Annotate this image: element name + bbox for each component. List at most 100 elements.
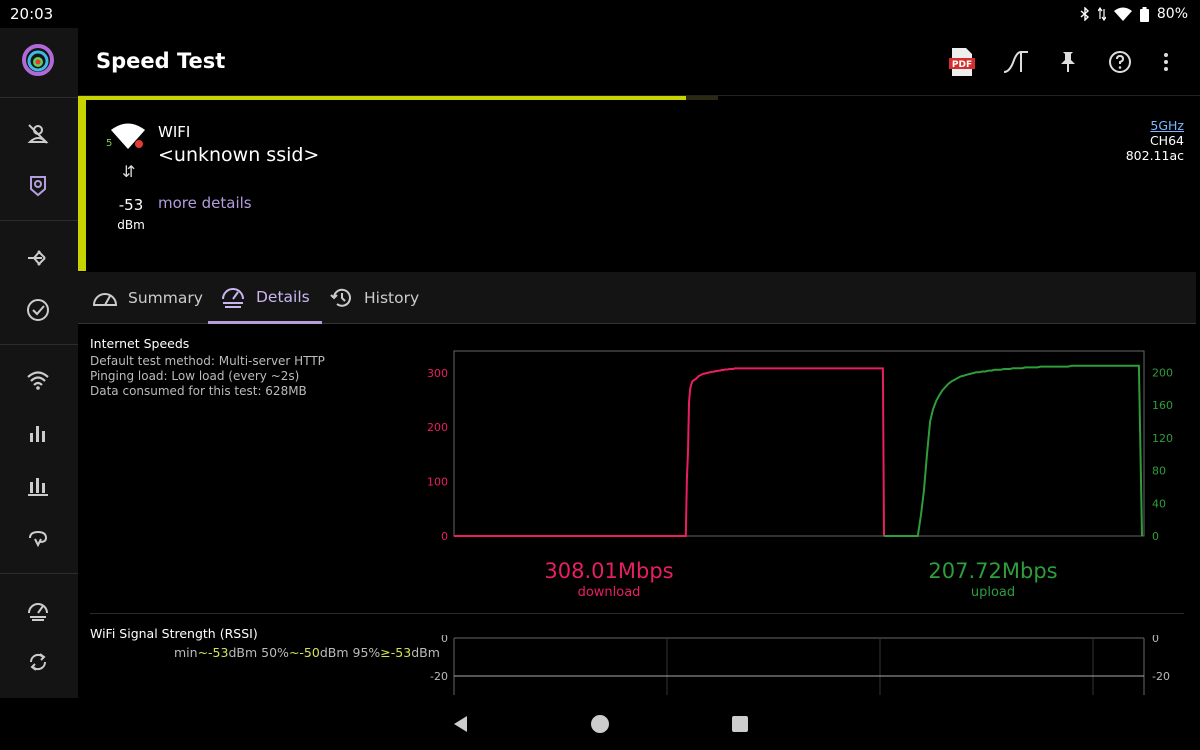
speedometer-icon <box>92 293 118 306</box>
rail-item-no-person[interactable] <box>14 114 62 154</box>
rssi-y-right-tick-label: 0 <box>1152 635 1159 645</box>
upload-label: upload <box>970 585 1016 600</box>
wifi-icon <box>27 371 49 390</box>
band-link[interactable]: 5GHz <box>1126 118 1184 133</box>
bar-chart-icon <box>30 426 45 442</box>
rail-item-wifi[interactable] <box>14 360 62 400</box>
page-title: Speed Test <box>96 49 226 73</box>
route-icon <box>28 250 46 266</box>
app-bar: Speed Test PDF <box>78 28 1200 96</box>
no-person-icon <box>27 124 49 144</box>
speedtest-details-icon <box>222 287 244 308</box>
wifi-standard: 802.11ac <box>1125 148 1184 163</box>
y-left-tick-label: 0 <box>441 530 448 543</box>
sync-icon <box>29 653 47 671</box>
rail-item-sync[interactable] <box>14 642 62 682</box>
y-left-tick-label: 300 <box>427 367 448 380</box>
tab-bar: Summary Details History <box>78 272 1196 324</box>
rssi-y-right-tick-label: -20 <box>1152 670 1170 683</box>
bell-curve-icon <box>1003 51 1028 73</box>
tab-summary-label: Summary <box>128 289 203 307</box>
wifi-signal-icon <box>110 121 146 155</box>
y-right-tick-label: 160 <box>1152 399 1173 412</box>
history-icon <box>330 288 351 307</box>
stacked-chart-icon <box>28 478 48 496</box>
rssi-chart: 0 -20 0 -20 <box>430 635 1170 695</box>
back-button[interactable] <box>449 712 473 736</box>
help-button[interactable] <box>1102 44 1138 80</box>
battery-percent: 80% <box>1156 6 1188 22</box>
app-logo-icon <box>22 44 54 76</box>
rail-item-check[interactable] <box>14 290 62 330</box>
download-speed: 308.01Mbps <box>544 559 674 583</box>
rssi-unit: dBm <box>117 218 145 232</box>
band-info: 5GHz CH64 802.11ac <box>1126 118 1184 163</box>
pin-button[interactable] <box>1050 44 1086 80</box>
tab-summary[interactable]: Summary <box>92 272 203 324</box>
y-right-tick-label: 80 <box>1152 465 1166 478</box>
rail-item-stacked-chart[interactable] <box>14 466 62 506</box>
home-icon <box>591 715 609 733</box>
rail-divider <box>0 97 78 98</box>
home-button[interactable] <box>588 712 612 736</box>
speedometer-icon <box>28 603 48 621</box>
rail-divider <box>0 220 78 221</box>
upload-series-line <box>884 364 1143 537</box>
status-time: 20:03 <box>10 5 54 23</box>
y-right-tick-label: 200 <box>1152 366 1173 379</box>
badge-icon <box>30 176 46 197</box>
y-left-tick-label: 100 <box>427 476 448 489</box>
rail-divider <box>0 573 78 574</box>
y-left-tick-label: 200 <box>427 421 448 434</box>
tab-history-label: History <box>364 289 420 307</box>
check-circle-icon <box>27 299 49 321</box>
tab-details-label: Details <box>256 287 310 306</box>
y-right-tick-label: 0 <box>1152 530 1159 543</box>
system-nav-bar <box>0 698 1200 750</box>
help-icon <box>1109 51 1131 73</box>
network-card: 5 ⇵ -53 dBm WIFI <unknown ssid> more det… <box>78 96 1196 271</box>
y-right-tick-label: 40 <box>1152 497 1166 510</box>
network-ssid: <unknown ssid> <box>158 144 320 166</box>
battery-icon <box>1139 6 1149 22</box>
download-series-line <box>454 367 885 537</box>
test-progress-fill <box>78 96 686 100</box>
details-panel: Internet Speeds Default test method: Mul… <box>78 325 1196 698</box>
recents-icon <box>732 716 748 732</box>
rail-divider <box>0 344 78 345</box>
speed-chart: 0 100 200 300 0 40 80 120 160 200 <box>427 350 1173 543</box>
network-type: WIFI <box>158 123 191 141</box>
rail-item-speedtest[interactable] <box>14 590 62 630</box>
wifi-status-icon <box>1113 7 1132 21</box>
more-details-link[interactable]: more details <box>158 194 252 212</box>
pdf-icon: PDF <box>949 48 975 76</box>
pin-icon <box>1061 52 1075 72</box>
bluetooth-icon <box>1080 7 1089 21</box>
app-logo[interactable] <box>14 40 62 80</box>
recents-button[interactable] <box>728 712 752 736</box>
loop-icon <box>29 530 48 548</box>
section-divider <box>90 613 1184 614</box>
status-bar: 20:03 80% <box>0 0 1200 28</box>
upload-speed: 207.72Mbps <box>928 559 1058 583</box>
curve-button[interactable] <box>998 44 1034 80</box>
back-icon <box>454 716 467 732</box>
rail-item-bar-chart[interactable] <box>14 413 62 453</box>
rail-item-loop[interactable] <box>14 518 62 558</box>
tab-history[interactable]: History <box>330 272 419 324</box>
y-right-tick-label: 120 <box>1152 432 1173 445</box>
rail-item-badge[interactable] <box>14 166 62 206</box>
status-icons: 80% <box>1080 6 1188 22</box>
rail-item-route[interactable] <box>14 238 62 278</box>
pdf-label: PDF <box>952 60 972 70</box>
test-progress-bar <box>78 96 718 100</box>
band-badge: 5 <box>106 138 113 149</box>
tab-details[interactable]: Details <box>208 272 322 324</box>
transfer-arrows-icon: ⇵ <box>122 162 136 181</box>
pdf-button[interactable]: PDF <box>944 44 980 80</box>
download-label: download <box>577 585 641 600</box>
navigation-rail <box>0 28 78 698</box>
rssi-y-left-tick-label: 0 <box>441 635 448 645</box>
overflow-menu-button[interactable] <box>1148 44 1184 80</box>
more-vert-icon <box>1164 53 1168 71</box>
